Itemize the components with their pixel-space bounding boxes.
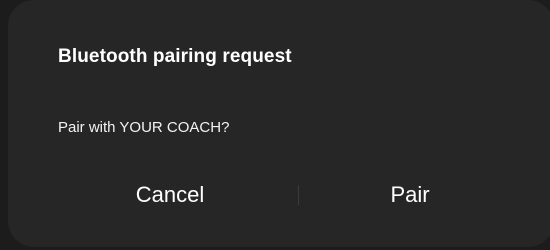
pair-button[interactable]: Pair bbox=[280, 164, 540, 226]
dialog-title: Bluetooth pairing request bbox=[58, 46, 292, 67]
bluetooth-pairing-dialog: Bluetooth pairing request Pair with YOUR… bbox=[8, 0, 550, 247]
dialog-message: Pair with YOUR COACH? bbox=[58, 119, 230, 136]
cancel-button[interactable]: Cancel bbox=[40, 164, 300, 226]
dialog-actions: Cancel Pair bbox=[8, 164, 550, 226]
